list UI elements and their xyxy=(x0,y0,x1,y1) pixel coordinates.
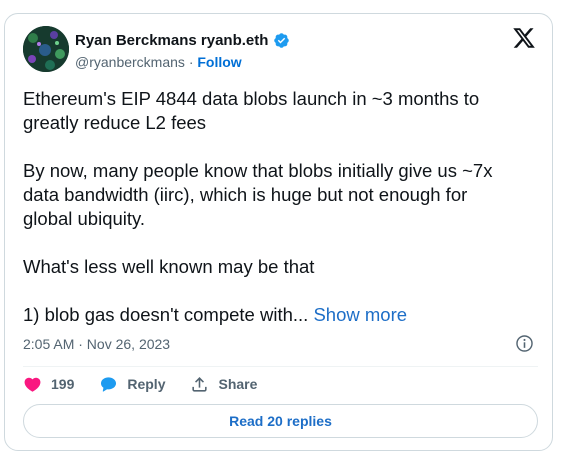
action-bar: 199 Reply Share xyxy=(23,372,282,396)
share-label: Share xyxy=(218,376,258,392)
tweet-line: By now, many people know that blobs init… xyxy=(23,160,493,181)
author-handle-row: @ryanberckmans · Follow xyxy=(75,54,242,70)
show-more-link[interactable]: Show more xyxy=(313,304,407,325)
tweet-last-line: 1) blob gas doesn't compete with... Show… xyxy=(23,303,538,327)
tweet-line: data bandwidth (iirc), which is huge but… xyxy=(23,184,468,205)
like-button[interactable]: 199 xyxy=(23,375,74,394)
reply-button[interactable]: Reply xyxy=(99,375,165,394)
follow-button[interactable]: Follow xyxy=(197,54,241,70)
tweet-line: Ethereum's EIP 4844 data blobs launch in… xyxy=(23,88,480,109)
tweet-line: 1) blob gas doesn't compete with... xyxy=(23,304,309,325)
author-handle[interactable]: @ryanberckmans xyxy=(75,54,185,70)
tweet-text: Ethereum's EIP 4844 data blobs launch in… xyxy=(23,87,538,327)
tweet-line: greatly reduce L2 fees xyxy=(23,112,207,133)
verified-badge-icon xyxy=(273,32,290,49)
reply-label: Reply xyxy=(127,376,166,392)
share-icon xyxy=(190,375,209,394)
x-logo-icon[interactable] xyxy=(512,26,536,50)
reply-bubble-icon xyxy=(99,375,118,394)
tweet-card: Ryan Berckmans ryanb.eth @ryanberckmans … xyxy=(4,13,553,451)
tweet-line: global ubiquity. xyxy=(23,208,146,229)
heart-icon xyxy=(23,375,42,394)
divider xyxy=(23,366,538,367)
avatar[interactable] xyxy=(23,26,69,72)
read-replies-button[interactable]: Read 20 replies xyxy=(23,404,538,438)
author-name-row: Ryan Berckmans ryanb.eth xyxy=(75,32,290,49)
tweet-timestamp[interactable]: 2:05 AM · Nov 26, 2023 xyxy=(23,336,170,352)
like-count: 199 xyxy=(51,376,75,392)
avatar-image xyxy=(23,26,69,72)
author-display-name[interactable]: Ryan Berckmans ryanb.eth xyxy=(75,32,268,49)
tweet-line: What's less well known may be that xyxy=(23,256,315,277)
info-icon[interactable] xyxy=(515,334,534,353)
share-button[interactable]: Share xyxy=(190,375,257,394)
handle-separator: · xyxy=(188,54,194,70)
